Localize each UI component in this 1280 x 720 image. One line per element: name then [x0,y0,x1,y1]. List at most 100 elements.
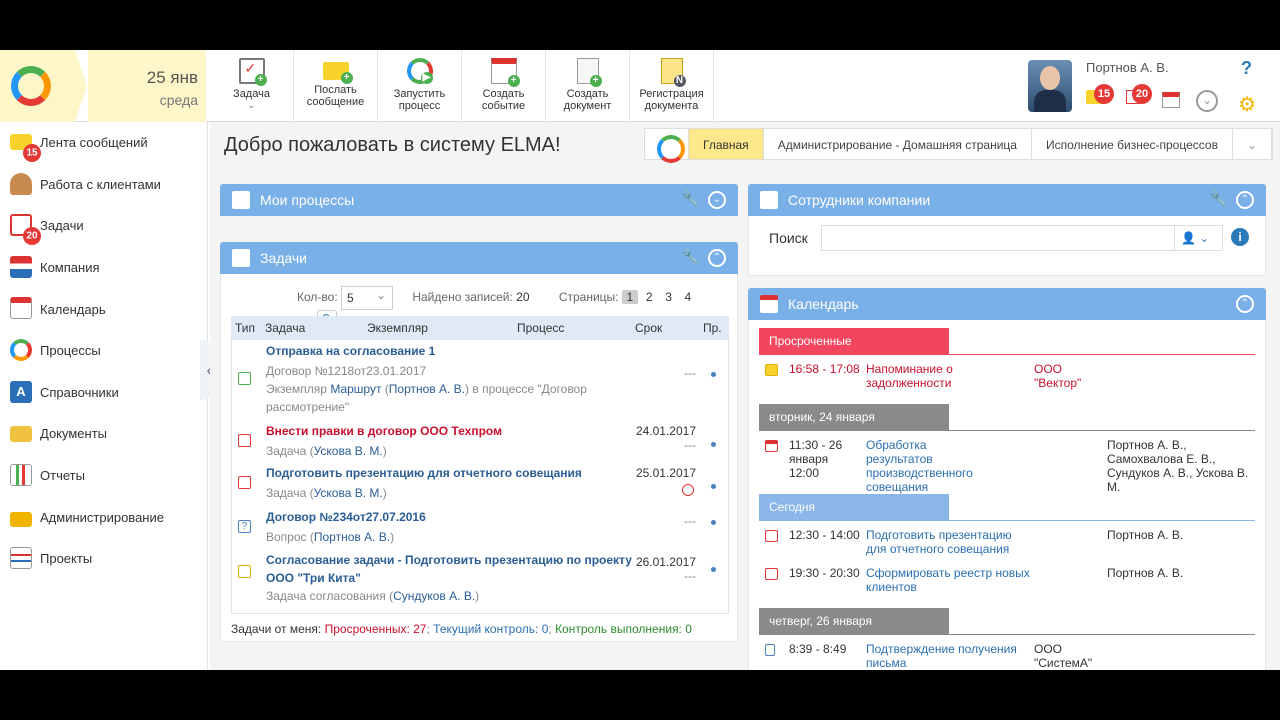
user-avatar[interactable] [1028,60,1072,112]
calendar-event[interactable]: 12:30 - 14:00 Подготовить презентацию дл… [759,528,1257,560]
user-name[interactable]: Портнов А. В. [1086,60,1169,75]
col-deadline[interactable]: Срок [631,316,699,340]
event-add-icon: + [490,58,520,87]
task-title-link[interactable]: Внести правки в договор ООО Техпром [266,424,502,438]
section-divider [759,354,1255,355]
user-link[interactable]: Ускова В. М. [314,486,383,500]
info-icon[interactable]: i [1231,228,1249,246]
chevron-down-icon[interactable]: ⌄ [708,191,726,209]
calendar-event[interactable]: 11:30 - 26 января 12:00 Обработка резуль… [759,438,1257,494]
task-deadline-empty: --- [684,438,696,452]
sidebar-item-calendar[interactable]: Календарь [0,288,207,330]
sidebar-item-catalogs[interactable]: A Справочники [0,372,207,414]
table-row[interactable]: ? Договор №234от27.07.2016 Вопрос (Портн… [232,510,730,550]
tasks-portlet-body: Кол-во: 5 Найдено записей: 20 Страницы: … [220,274,738,642]
event-title-link[interactable]: Сформировать реестр новых клиентов [866,566,1036,594]
tabs-logo-icon [645,129,689,163]
table-row[interactable]: Подготовить презентацию для отчетного со… [232,466,730,508]
user-link[interactable]: Портнов А. В. [389,382,465,396]
letterbox-bottom [0,670,1280,720]
chevron-down-icon[interactable]: ⌄ [210,100,293,112]
gear-icon[interactable]: ⚙ [1238,92,1256,117]
approval-task-icon [238,372,251,385]
chevron-up-icon[interactable]: ⌃ [1236,191,1254,209]
calendar-event[interactable]: 8:39 - 8:49 Подтверждение получения пись… [759,642,1257,670]
task-icon [238,434,251,447]
page-3-link[interactable]: 3 [661,290,677,304]
create-event-button[interactable]: + Создать событие [462,50,546,122]
tab-bp-execution[interactable]: Исполнение бизнес-процессов [1032,129,1233,159]
route-link[interactable]: Маршрут [330,382,381,396]
event-contractor-link[interactable]: ООО "Вектор" [1034,362,1104,390]
user-filter-icon[interactable]: 👤 ⌄ [1175,225,1223,251]
start-process-button[interactable]: ▶ Запустить процесс [378,50,462,122]
chevron-down-icon[interactable]: ⌄ [1196,90,1218,112]
count-select[interactable]: 5 [341,284,393,310]
event-title-link[interactable]: Подтверждение получения письма [866,642,1026,670]
event-contractor-link[interactable]: ООО "СистемА" [1034,642,1104,670]
tasks-portlet-header: Задачи 🔧 ⌃ [220,242,738,274]
sidebar-item-documents[interactable]: Документы [0,413,207,455]
sidebar-item-projects[interactable]: Проекты [0,538,207,580]
sidebar-item-company[interactable]: Компания [0,247,207,289]
tab-admin-home[interactable]: Администрирование - Домашняя страница [764,129,1032,159]
wrench-icon[interactable]: 🔧 [681,242,700,274]
help-icon[interactable]: ? [1241,58,1252,79]
col-priority[interactable]: Пр. [699,316,729,340]
page-1-link[interactable]: 1 [621,290,638,305]
calendar-section-date: вторник, 24 января [759,404,949,430]
calendar-icon [765,440,778,452]
calendar-icon[interactable] [1162,92,1180,108]
sidebar-item-clients[interactable]: Работа с клиентами [0,164,207,206]
employee-search-input[interactable] [821,225,1175,251]
calendar-portlet-header: Календарь ⌃ [748,288,1266,320]
register-document-button[interactable]: N Регистрация документа [630,50,714,122]
exec-control-link[interactable]: Контроль выполнения: 0 [555,622,692,636]
user-link[interactable]: Ускова В. М. [314,444,383,458]
table-row[interactable]: Отправка на согласование 1 Договор №1218… [232,344,730,418]
page-2-link[interactable]: 2 [641,290,657,304]
task-title-link[interactable]: ООО "Три Кита" [266,571,632,585]
event-title-link[interactable]: Подготовить презентацию для отчетного со… [866,528,1026,556]
task-title-link[interactable]: Согласование задачи - Подготовить презен… [266,553,632,567]
sidebar-item-processes[interactable]: Процессы [0,330,207,372]
col-instance[interactable]: Экземпляр [363,316,513,340]
task-title-link[interactable]: Подготовить презентацию для отчетного со… [266,466,582,480]
sidebar-item-feed[interactable]: 15 Лента сообщений [0,122,207,164]
user-link[interactable]: Сундуков А. В. [393,589,475,603]
event-title-link[interactable]: Обработка результатов производственного … [866,438,986,494]
table-row[interactable]: Внести правки в договор ООО Техпром Зада… [232,424,730,464]
tabs-more-chevron-icon[interactable]: ⌄ [1233,129,1273,159]
tasks-portlet-icon [232,249,250,267]
new-task-button[interactable]: ✓ + Задача ⌄ [210,50,294,122]
col-task[interactable]: Задача [261,316,363,340]
table-row[interactable]: Согласование задачи - Подготовить презен… [232,553,730,609]
elma-logo[interactable] [0,50,87,122]
col-process[interactable]: Процесс [513,316,631,340]
calendar-event[interactable]: 19:30 - 20:30 Сформировать реестр новых … [759,566,1257,598]
wrench-icon[interactable]: 🔧 [1209,184,1228,216]
sidebar-item-label: Администрирование [40,509,164,525]
send-message-button[interactable]: + Послать сообщение [294,50,378,122]
task-title-link[interactable]: Отправка на согласование 1 [266,344,587,358]
control-link[interactable]: Текущий контроль: 0 [433,622,548,636]
col-type[interactable]: Тип [231,316,261,340]
tab-main[interactable]: Главная [689,129,764,159]
event-time: 8:39 - 8:49 [789,642,847,656]
overdue-link[interactable]: Просроченных: 27 [325,622,427,636]
sidebar-item-label: Процессы [40,343,101,359]
chevron-up-icon[interactable]: ⌃ [1236,295,1254,313]
wrench-icon[interactable]: 🔧 [681,184,700,216]
chevron-up-icon[interactable]: ⌃ [708,249,726,267]
sidebar-item-reports[interactable]: Отчеты [0,455,207,497]
user-link[interactable]: Портнов А. В. [314,530,390,544]
sidebar-item-administration[interactable]: Администрирование [0,496,207,538]
page-4-link[interactable]: 4 [680,290,696,304]
task-title-link[interactable]: Договор №234от27.07.2016 [266,510,426,524]
create-document-button[interactable]: + Создать документ [546,50,630,122]
catalog-icon: A [10,380,32,403]
event-title-link[interactable]: Напоминание о задолженности [866,362,966,390]
sidebar-item-tasks[interactable]: 20 Задачи [0,205,207,247]
calendar-event[interactable]: 16:58 - 17:08 Напоминание о задолженност… [759,362,1257,396]
sidebar-item-label: Документы [40,426,108,442]
